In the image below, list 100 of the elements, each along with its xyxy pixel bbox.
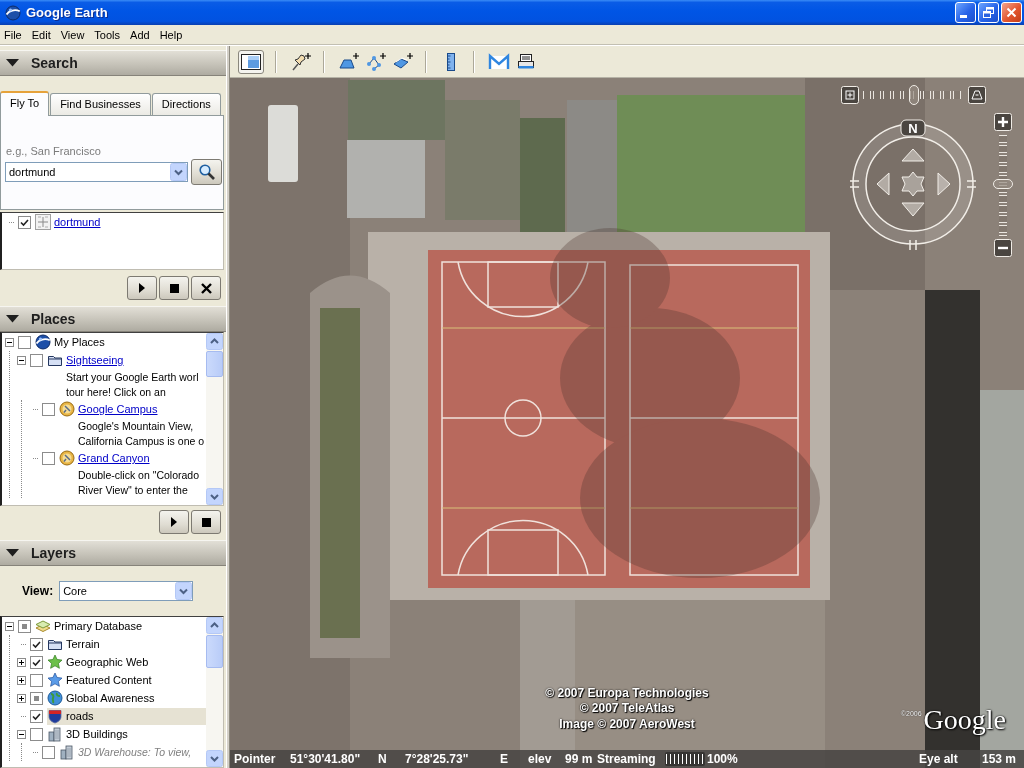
search-field[interactable]: dortmund [5, 162, 188, 182]
menu-item[interactable]: Tools [90, 28, 125, 41]
pan-down-button[interactable] [901, 202, 925, 217]
expander-toggle[interactable] [17, 675, 26, 685]
menu-item[interactable]: Help [155, 28, 187, 41]
plus-icon[interactable] [994, 113, 1012, 131]
view-dropdown[interactable]: Core [59, 581, 194, 601]
expander-toggle[interactable] [5, 337, 14, 347]
tab[interactable]: Find Businesses [50, 93, 151, 115]
checkbox[interactable] [18, 335, 31, 349]
sidebar-toggle-button[interactable] [238, 49, 264, 74]
checkbox[interactable] [30, 353, 43, 367]
menu-item[interactable]: File [0, 28, 26, 41]
pan-up-button[interactable] [901, 148, 925, 162]
compass-ring[interactable] [850, 123, 976, 250]
stop-button[interactable] [159, 276, 189, 300]
expander-toggle[interactable] [17, 355, 26, 365]
printer-icon[interactable] [515, 51, 537, 72]
minimize-icon [960, 15, 967, 18]
checkbox[interactable] [30, 673, 43, 687]
vertical-scrollbar[interactable] [206, 617, 223, 767]
place-description: Google's Mountain View, California Campus is one o [78, 419, 205, 449]
layer-item[interactable]: roads [47, 707, 206, 725]
look-joystick[interactable] [901, 171, 925, 197]
place-link[interactable]: Google Campus [59, 400, 160, 418]
place-link[interactable]: Grand Canyon [59, 449, 152, 467]
north-button[interactable]: N [900, 119, 926, 137]
layer-item[interactable]: Geographic Web [47, 653, 151, 671]
crosshair-square-icon[interactable] [841, 86, 859, 104]
expander-toggle[interactable] [5, 621, 14, 631]
expander-toggle[interactable] [17, 657, 26, 667]
menu-item[interactable]: Add [126, 28, 154, 41]
streaming-percent: 100% [707, 752, 738, 766]
checkbox[interactable] [30, 709, 43, 723]
tilt-slider-thumb[interactable] [909, 85, 919, 105]
place-link[interactable]: Sightseeing [47, 351, 126, 369]
pan-left-button[interactable] [876, 172, 890, 196]
pushpin-icon [59, 450, 75, 466]
tab[interactable]: Fly To [0, 91, 50, 116]
scroll-thumb[interactable] [206, 635, 223, 668]
scroll-up-button[interactable] [206, 333, 223, 350]
minus-icon[interactable] [994, 239, 1012, 257]
layer-item[interactable]: Featured Content [47, 671, 154, 689]
hemisphere-text: N [378, 752, 388, 766]
scroll-up-button[interactable] [206, 617, 223, 634]
minimize-button[interactable] [955, 2, 976, 23]
layer-item[interactable]: Terrain [47, 635, 102, 653]
panel-header[interactable]: Layers [0, 540, 226, 566]
pan-right-button[interactable] [937, 172, 951, 196]
zoom-slider-thumb[interactable] [993, 178, 1013, 189]
eye-alt-text: 153 m [981, 752, 1016, 766]
elevation-text: 99 m [565, 752, 594, 766]
longitude-text: 7°28'25.73" [405, 752, 470, 766]
checkbox[interactable] [30, 691, 43, 705]
close-button[interactable] [191, 276, 221, 300]
stop-icon [199, 515, 213, 529]
latitude-text: 51°30'41.80" [290, 752, 362, 766]
star-icon [47, 654, 63, 670]
panel-header[interactable]: Search [0, 50, 226, 76]
scroll-thumb[interactable] [206, 351, 223, 377]
place-description: Start your Google Earth worl tour here! Click on an [66, 370, 199, 400]
checkbox[interactable] [18, 215, 31, 229]
layer-item[interactable]: Primary Database [35, 617, 145, 635]
scroll-down-button[interactable] [206, 750, 223, 767]
search-button[interactable] [191, 159, 222, 185]
panel-header[interactable]: Places [0, 306, 226, 332]
checkbox[interactable] [18, 619, 31, 633]
expander-toggle[interactable] [17, 729, 26, 739]
tree-item[interactable]: My Places [35, 333, 107, 351]
checkbox[interactable] [42, 402, 55, 416]
restore-button[interactable] [978, 2, 999, 23]
copyright-text: Image © 2007 AeroWest [559, 716, 695, 732]
copyright-text: © 2007 Europa Technologies [545, 685, 709, 701]
checkbox[interactable] [30, 727, 43, 741]
pushpin-icon [59, 401, 75, 417]
layer-item[interactable]: Global Awareness [47, 689, 157, 707]
trapezoid-icon[interactable] [968, 86, 986, 104]
sidebar-icon [241, 53, 261, 70]
layer-item[interactable]: 3D Buildings [47, 725, 130, 743]
pushpin-plus-icon[interactable] [290, 51, 312, 72]
globe-icon [47, 690, 63, 706]
path-plus-icon[interactable] [365, 51, 387, 72]
tab[interactable]: Directions [151, 93, 221, 115]
menu-item[interactable]: Edit [27, 28, 55, 41]
checkbox[interactable] [42, 451, 55, 465]
checkbox[interactable] [30, 637, 43, 651]
stop-button[interactable] [191, 510, 221, 534]
close-icon [1006, 7, 1017, 18]
play-button[interactable] [127, 276, 157, 300]
checkbox[interactable] [30, 655, 43, 669]
polygon-plus-icon[interactable] [338, 51, 360, 72]
globe-icon [5, 4, 21, 21]
envelope-icon[interactable] [488, 51, 510, 72]
scroll-down-button[interactable] [206, 488, 223, 505]
result-link[interactable]: dortmund [35, 213, 103, 231]
vertical-scrollbar[interactable] [206, 333, 223, 505]
expander-toggle[interactable] [17, 693, 26, 703]
hint-text: e.g., San Francisco [6, 144, 101, 158]
play-button[interactable] [159, 510, 189, 534]
menu-item[interactable]: View [56, 28, 89, 41]
